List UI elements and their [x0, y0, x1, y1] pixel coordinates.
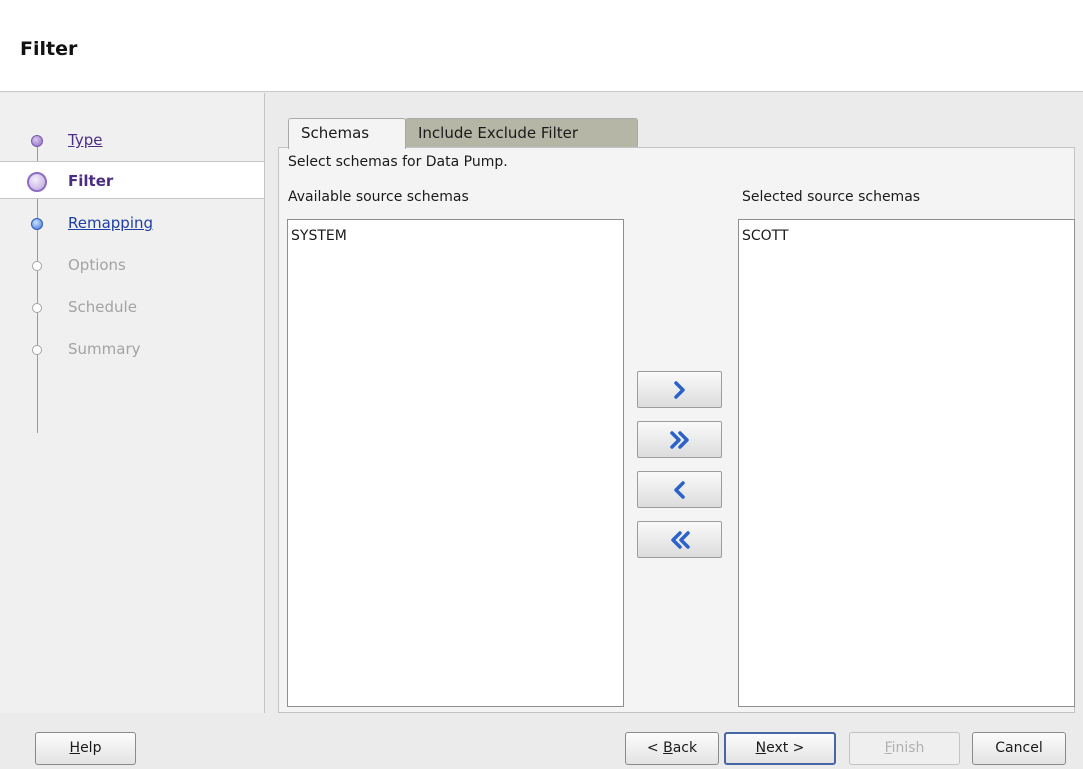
instruction-text: Select schemas for Data Pump. [288, 154, 508, 170]
move-right-icon [674, 381, 685, 399]
step-label: Type [68, 131, 103, 149]
back-prefix: < [646, 740, 664, 756]
move-all-left-icon [671, 531, 690, 549]
step-label: Filter [68, 172, 114, 190]
help-mnemonic: H [69, 740, 81, 756]
finish-label: inish [891, 740, 925, 756]
back-mnemonic: B [663, 740, 673, 756]
move-all-right-icon [670, 431, 689, 449]
step-schedule: Schedule [0, 288, 264, 326]
next-button[interactable]: Next > [724, 732, 836, 765]
step-label: Remapping [68, 214, 154, 232]
move-all-right-button[interactable] [637, 421, 722, 458]
available-schemas-list[interactable]: SYSTEM [287, 219, 624, 707]
step-label: Options [68, 256, 126, 274]
step-label: Summary [68, 340, 141, 358]
step-type[interactable]: Type [0, 121, 264, 159]
back-button[interactable]: < Back [625, 732, 719, 765]
next-mnemonic: N [755, 740, 767, 756]
back-label: ack [672, 740, 698, 756]
step-pending-icon [32, 303, 42, 313]
step-available-icon [31, 218, 43, 230]
step-complete-icon [31, 135, 43, 147]
tab-schemas[interactable]: Schemas [288, 118, 406, 149]
cancel-button[interactable]: Cancel [972, 732, 1066, 765]
step-pending-icon [32, 261, 42, 271]
page-title: Filter [20, 38, 78, 60]
list-item[interactable]: SYSTEM [288, 220, 623, 244]
step-filter[interactable]: Filter [0, 161, 264, 199]
selected-schemas-label: Selected source schemas [742, 189, 921, 205]
step-remapping[interactable]: Remapping [0, 204, 264, 242]
step-label: Schedule [68, 298, 137, 316]
wizard-header: Filter [0, 0, 1083, 92]
step-summary: Summary [0, 330, 264, 368]
wizard-step-navigator: Type Filter Remapping Options Schedule S… [0, 93, 265, 713]
move-selected-right-button[interactable] [637, 371, 722, 408]
move-selected-left-button[interactable] [637, 471, 722, 508]
finish-button[interactable]: Finish [849, 732, 960, 765]
help-label: elp [80, 740, 102, 756]
move-left-icon [674, 481, 685, 499]
step-options: Options [0, 246, 264, 284]
finish-mnemonic: F [884, 740, 892, 756]
step-current-icon [27, 172, 47, 192]
selected-schemas-list[interactable]: SCOTT [738, 219, 1075, 707]
help-button[interactable]: Help [35, 732, 136, 765]
available-schemas-label: Available source schemas [288, 189, 469, 205]
move-all-left-button[interactable] [637, 521, 722, 558]
tab-include-exclude-filter[interactable]: Include Exclude Filter [405, 118, 638, 148]
list-item[interactable]: SCOTT [739, 220, 1074, 244]
step-pending-icon [32, 345, 42, 355]
next-label: ext > [766, 740, 805, 756]
